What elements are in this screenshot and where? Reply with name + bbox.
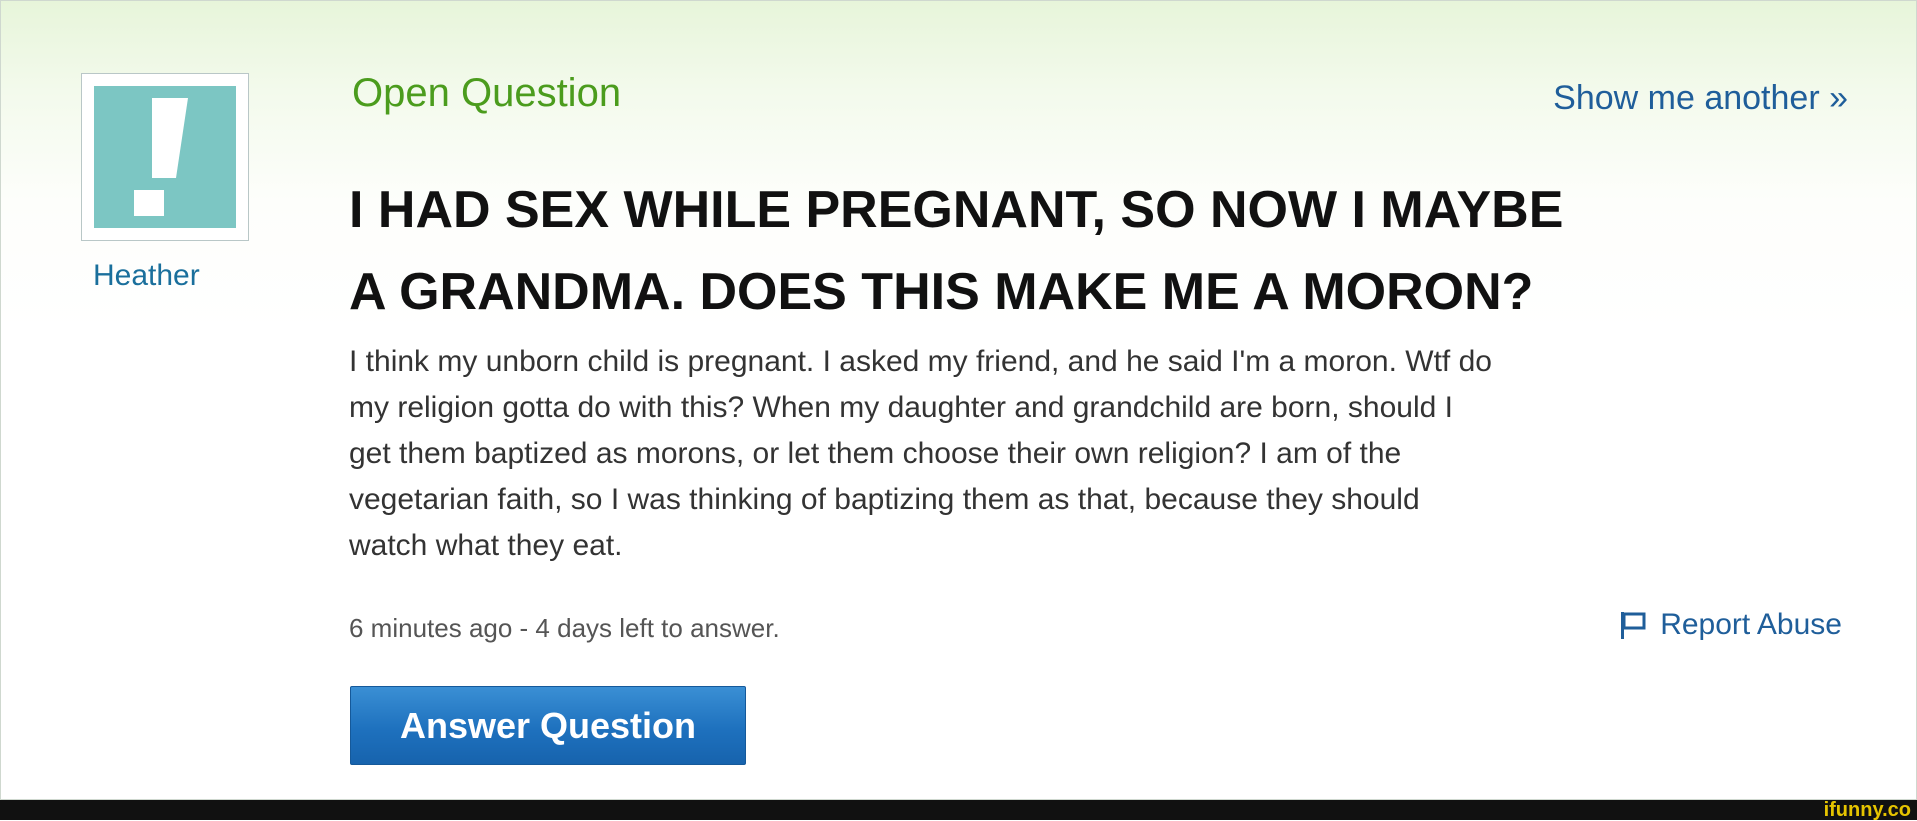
avatar[interactable] xyxy=(81,73,249,241)
report-abuse-label: Report Abuse xyxy=(1660,608,1842,641)
exclamation-icon xyxy=(94,86,236,228)
report-abuse-link[interactable]: Report Abuse xyxy=(1618,608,1842,642)
question-body-line: get them baptized as morons, or let them… xyxy=(349,437,1402,470)
answer-question-button[interactable]: Answer Question xyxy=(350,686,746,765)
flag-icon xyxy=(1618,610,1648,640)
question-body-line: watch what they eat. xyxy=(349,529,623,562)
question-body-line: I think my unborn child is pregnant. I a… xyxy=(349,345,1492,378)
bottom-bar xyxy=(0,800,1917,820)
watermark-logo: ifunny.co xyxy=(1823,799,1911,821)
page-title: Open Question xyxy=(352,71,622,115)
question-meta: 6 minutes ago - 4 days left to answer. xyxy=(349,613,780,643)
question-title: I HAD SEX WHILE PREGNANT, SO NOW I MAYBE… xyxy=(349,169,1849,333)
question-title-line: I HAD SEX WHILE PREGNANT, SO NOW I MAYBE xyxy=(349,181,1564,239)
question-body: I think my unborn child is pregnant. I a… xyxy=(349,339,1869,569)
question-body-line: vegetarian faith, so I was thinking of b… xyxy=(349,483,1420,516)
user-name-link[interactable]: Heather xyxy=(93,259,200,293)
show-another-link[interactable]: Show me another » xyxy=(1553,79,1848,118)
question-title-line: A GRANDMA. DOES THIS MAKE ME A MORON? xyxy=(349,263,1534,321)
question-body-line: my religion gotta do with this? When my … xyxy=(349,391,1453,424)
question-card: Heather Open Question Show me another » … xyxy=(0,0,1917,800)
